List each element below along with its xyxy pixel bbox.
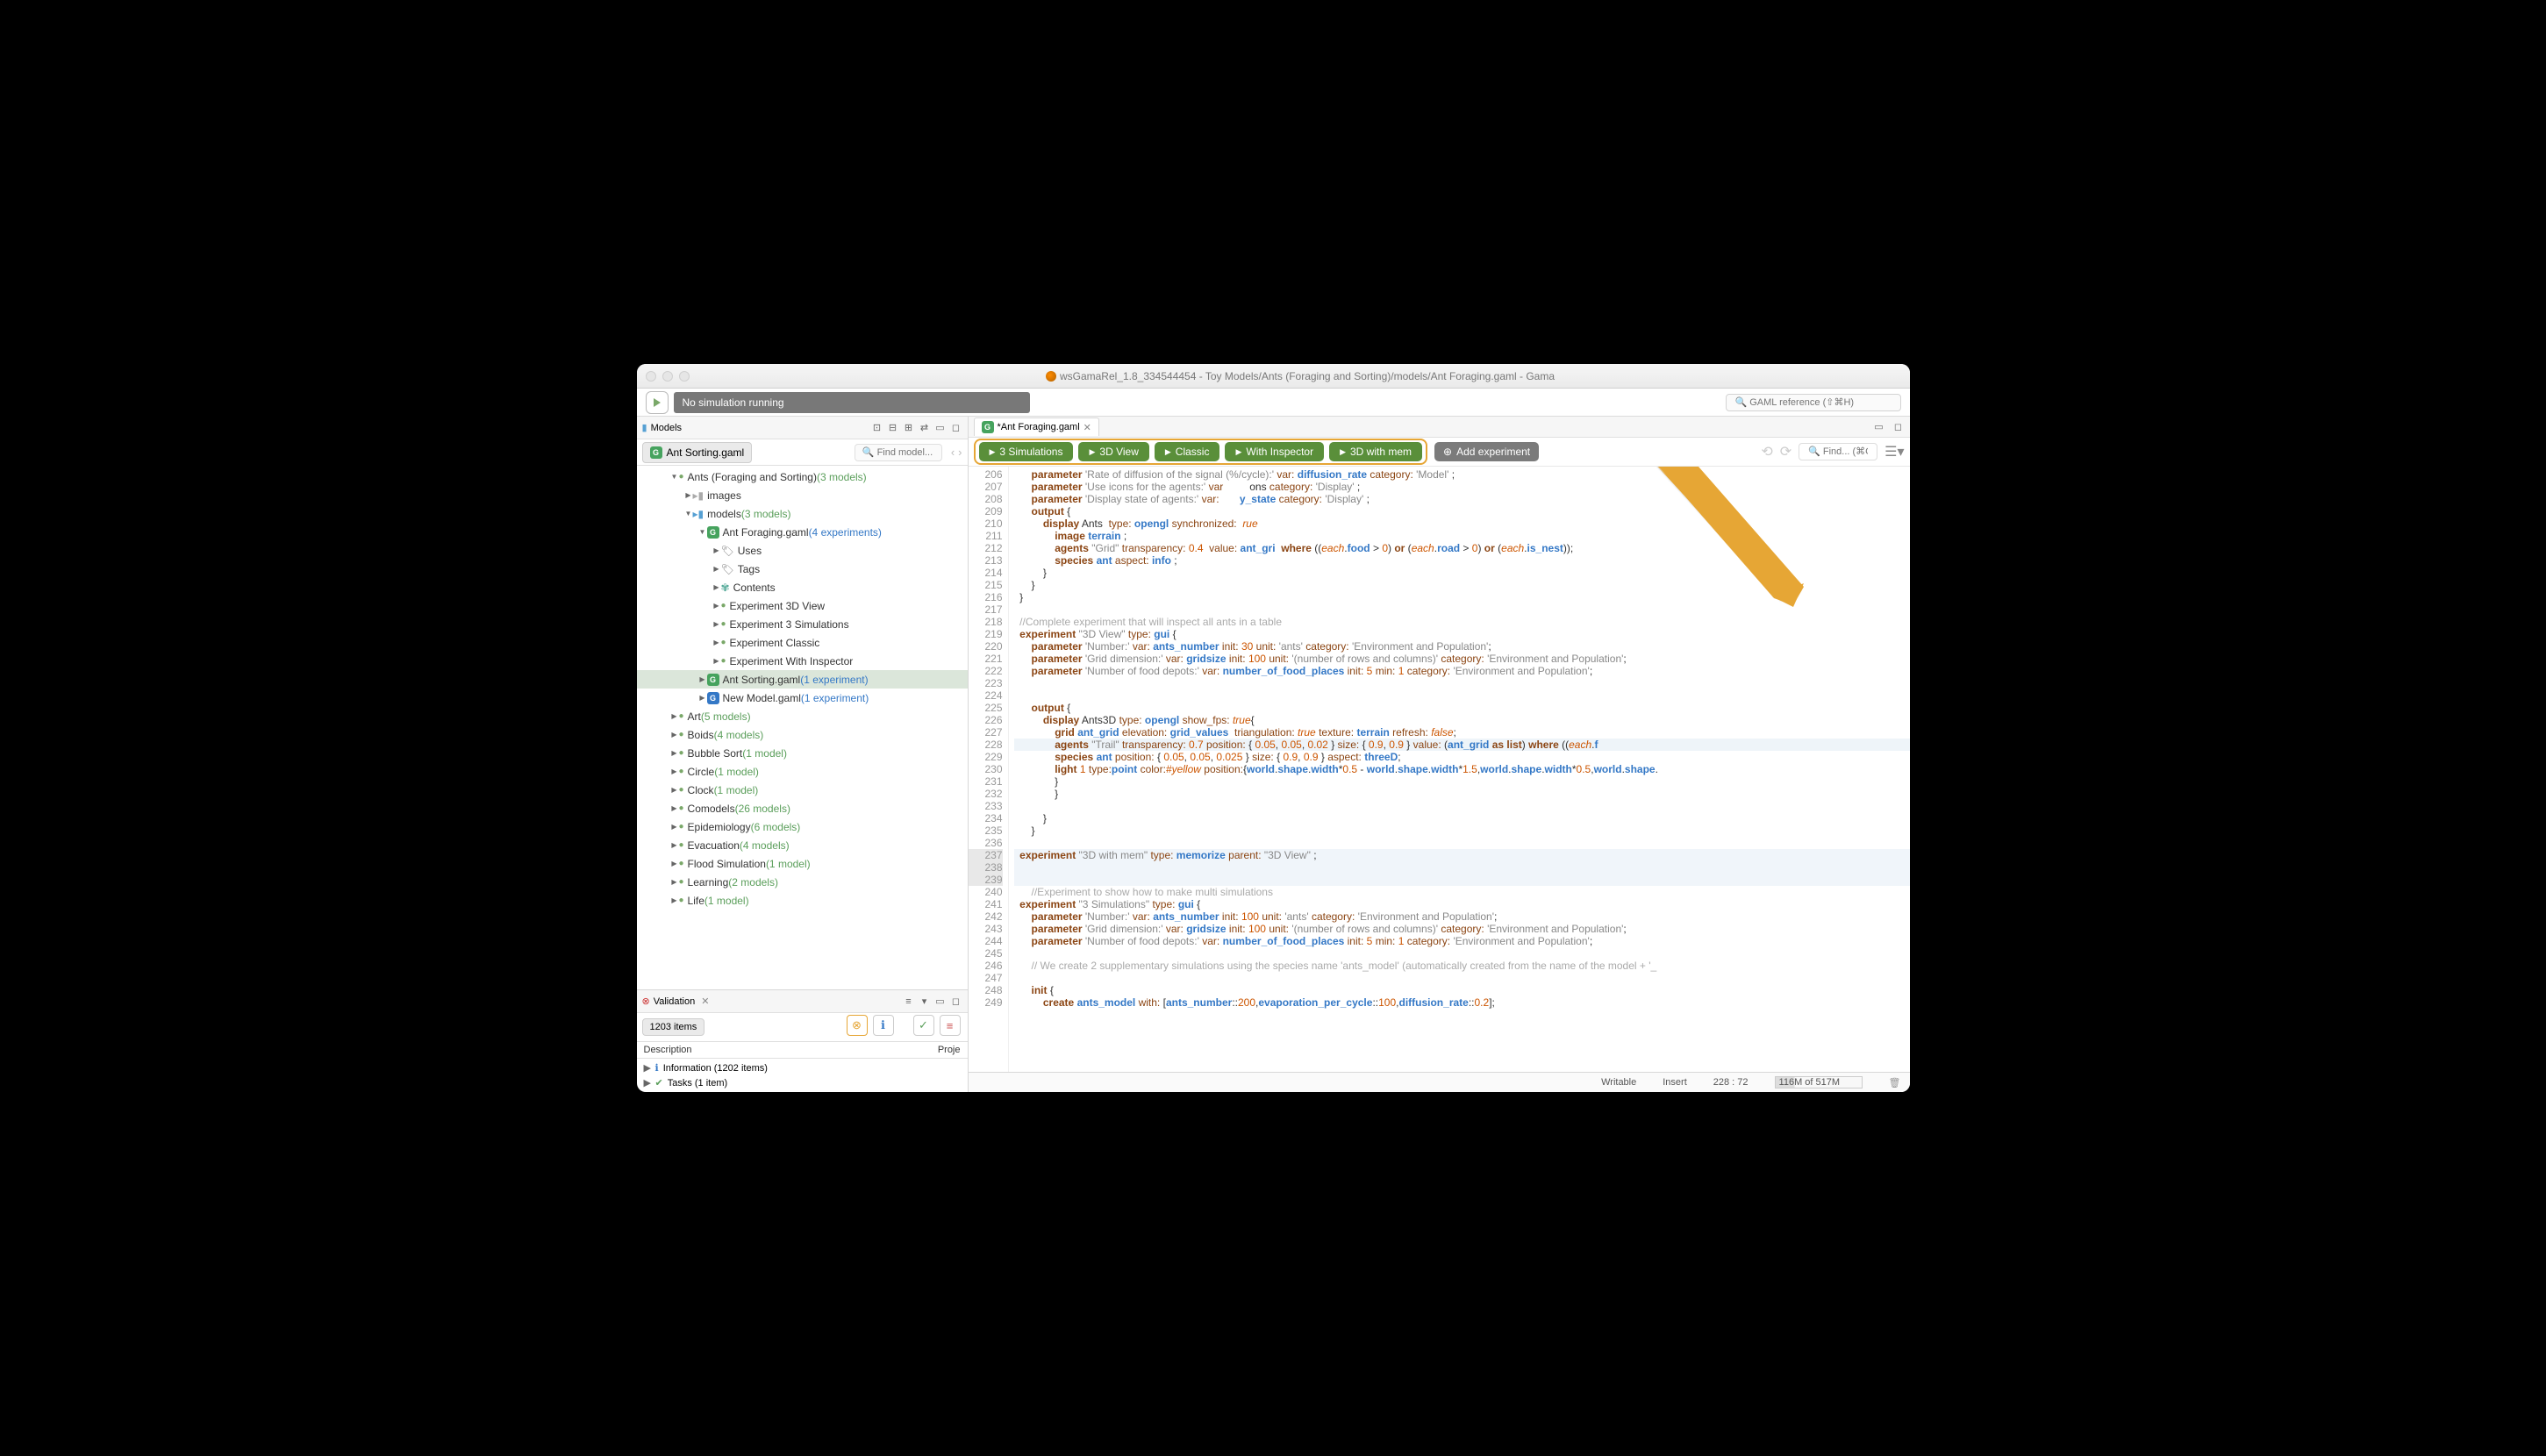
tree-row[interactable]: ▶🏷Tags — [637, 560, 968, 578]
models-panel-header: ▮ Models ⊡ ⊟ ⊞ ⇄ ▭ ◻ — [637, 417, 968, 439]
editor-tabs: G *Ant Foraging.gaml ✕ ▭ ◻ — [969, 417, 1910, 438]
tree-row[interactable]: ▼GAnt Foraging.gaml (4 experiments) — [637, 523, 968, 541]
tree-row[interactable]: ▶✾Contents — [637, 578, 968, 596]
statusbar: Writable Insert 228 : 72 116M of 517M 🗑 — [969, 1072, 1910, 1092]
menu-icon[interactable]: ▾ — [919, 996, 931, 1008]
editor-tab[interactable]: G *Ant Foraging.gaml ✕ — [974, 418, 1099, 436]
code-editor[interactable]: 2062072082092102112122132142152162172182… — [969, 467, 1910, 1072]
app-window: wsGamaRel_1.8_334544454 - Toy Models/Ant… — [637, 364, 1910, 1092]
file-tab[interactable]: G Ant Sorting.gaml — [642, 442, 753, 463]
window-controls[interactable] — [646, 371, 690, 382]
trash-icon[interactable]: 🗑 — [1889, 1077, 1901, 1088]
plus-icon: ⊕ — [1443, 446, 1452, 458]
experiment-button[interactable]: ▶3D with mem — [1329, 442, 1422, 461]
model-tree[interactable]: ▼●Ants (Foraging and Sorting) (3 models)… — [637, 466, 968, 989]
validation-title: Validation — [654, 996, 696, 1007]
minimize-icon[interactable]: ▭ — [934, 422, 947, 434]
experiment-button[interactable]: ▶3 Simulations — [979, 442, 1074, 461]
insert-status: Insert — [1663, 1077, 1687, 1088]
experiment-button[interactable]: ▶3D View — [1078, 442, 1148, 461]
link-icon[interactable]: ⇄ — [919, 422, 931, 434]
cursor-position: 228 : 72 — [1713, 1077, 1749, 1088]
tree-row[interactable]: ▶●Boids (4 models) — [637, 725, 968, 744]
maximize-icon[interactable]: ◻ — [1892, 421, 1905, 433]
writable-status: Writable — [1601, 1077, 1636, 1088]
tree-row[interactable]: ▶●Bubble Sort (1 model) — [637, 744, 968, 762]
list-icon[interactable]: ≡ — [940, 1015, 961, 1036]
close-icon[interactable]: ✕ — [701, 996, 709, 1007]
folder-icon: ▮ — [642, 422, 647, 433]
outline-icon[interactable]: ☰▾ — [1884, 443, 1904, 460]
file-tab-label: Ant Sorting.gaml — [667, 446, 745, 459]
add-experiment-button[interactable]: ⊕ Add experiment — [1434, 442, 1539, 461]
models-tab-row: G Ant Sorting.gaml ‹› — [637, 439, 968, 466]
tree-row[interactable]: ▶▸▮images — [637, 486, 968, 504]
check-icon[interactable]: ✓ — [913, 1015, 934, 1036]
tree-row[interactable]: ▶●Clock (1 model) — [637, 781, 968, 799]
tree-row[interactable]: ▶●Experiment With Inspector — [637, 652, 968, 670]
window-title: wsGamaRel_1.8_334544454 - Toy Models/Ant… — [700, 370, 1901, 382]
experiment-button[interactable]: ▶Classic — [1155, 442, 1220, 461]
tree-row[interactable]: ▼●Ants (Foraging and Sorting) (3 models) — [637, 467, 968, 486]
tree-row[interactable]: ▶GNew Model.gaml (1 experiment) — [637, 689, 968, 707]
tree-row[interactable]: ▶🏷Uses — [637, 541, 968, 560]
gaml-badge-icon: G — [650, 446, 662, 459]
gaml-badge-icon: G — [982, 421, 994, 433]
gama-logo-icon — [1046, 371, 1056, 382]
tree-row[interactable]: ▶●Learning (2 models) — [637, 873, 968, 891]
maximize-icon[interactable]: ◻ — [950, 422, 962, 434]
validation-row[interactable]: ▶ℹInformation (1202 items) — [644, 1060, 961, 1075]
tree-row[interactable]: ▶●Evacuation (4 models) — [637, 836, 968, 854]
col-project: Proje — [938, 1045, 961, 1055]
forward-icon[interactable]: ⟳ — [1780, 443, 1791, 460]
tree-row[interactable]: ▶●Experiment Classic — [637, 633, 968, 652]
validation-row[interactable]: ▶✔Tasks (1 item) — [644, 1075, 961, 1090]
tree-row[interactable]: ▶GAnt Sorting.gaml (1 experiment) — [637, 670, 968, 689]
run-button[interactable] — [646, 391, 669, 414]
close-tab-icon[interactable]: ✕ — [1083, 422, 1091, 433]
workspace: ▮ Models ⊡ ⊟ ⊞ ⇄ ▭ ◻ G Ant Sorting.gaml … — [637, 417, 1910, 1092]
minimize-icon[interactable]: ▭ — [1873, 421, 1885, 433]
experiment-bar: ▶3 Simulations▶3D View ▶Classic ▶With Insp… — [969, 438, 1910, 467]
memory-bar: 116M of 517M — [1775, 1076, 1863, 1088]
tree-row[interactable]: ▶●Comodels (26 models) — [637, 799, 968, 817]
expand-icon[interactable]: ⊞ — [903, 422, 915, 434]
tree-row[interactable]: ▶●Flood Simulation (1 model) — [637, 854, 968, 873]
nav-arrows[interactable]: ‹› — [951, 446, 962, 459]
filter-icon[interactable]: ≡ — [903, 996, 915, 1008]
find-input[interactable] — [1799, 443, 1877, 460]
editor-column: G *Ant Foraging.gaml ✕ ▭ ◻ ▶3 Simulation… — [969, 417, 1910, 1092]
col-description: Description — [644, 1045, 938, 1055]
items-count-badge: 1203 items — [642, 1018, 705, 1036]
tree-row[interactable]: ▼▸▮models (3 models) — [637, 504, 968, 523]
main-toolbar: No simulation running — [637, 389, 1910, 417]
titlebar: wsGamaRel_1.8_334544454 - Toy Models/Ant… — [637, 364, 1910, 389]
collapse-icon[interactable]: ⊟ — [887, 422, 899, 434]
tree-row[interactable]: ▶●Circle (1 model) — [637, 762, 968, 781]
tree-row[interactable]: ▶●Experiment 3 Simulations — [637, 615, 968, 633]
validation-panel: ⊗ Validation ✕ ≡ ▾ ▭ ◻ 1203 items ⊗ ℹ — [637, 989, 968, 1092]
gaml-reference-search[interactable] — [1726, 394, 1901, 411]
info-filter-icon[interactable]: ℹ — [873, 1015, 894, 1036]
tree-row[interactable]: ▶●Epidemiology (6 models) — [637, 817, 968, 836]
error-icon: ⊗ — [642, 996, 650, 1007]
models-title: Models — [651, 423, 682, 433]
minimize-icon[interactable]: ▭ — [934, 996, 947, 1008]
toolbar-icon[interactable]: ⊡ — [871, 422, 883, 434]
editor-tab-label: *Ant Foraging.gaml — [998, 422, 1080, 432]
find-model-input[interactable] — [855, 444, 942, 461]
warning-filter-icon[interactable]: ⊗ — [847, 1015, 868, 1036]
tree-row[interactable]: ▶●Experiment 3D View — [637, 596, 968, 615]
maximize-icon[interactable]: ◻ — [950, 996, 962, 1008]
experiment-button[interactable]: ▶With Inspector — [1225, 442, 1324, 461]
tree-row[interactable]: ▶●Art (5 models) — [637, 707, 968, 725]
tree-row[interactable]: ▶●Life (1 model) — [637, 891, 968, 910]
simulation-status: No simulation running — [674, 392, 1030, 413]
left-column: ▮ Models ⊡ ⊟ ⊞ ⇄ ▭ ◻ G Ant Sorting.gaml … — [637, 417, 969, 1092]
back-icon[interactable]: ⟲ — [1761, 443, 1772, 460]
experiment-group: ▶3 Simulations▶3D View ▶Classic ▶With Insp… — [974, 439, 1428, 465]
